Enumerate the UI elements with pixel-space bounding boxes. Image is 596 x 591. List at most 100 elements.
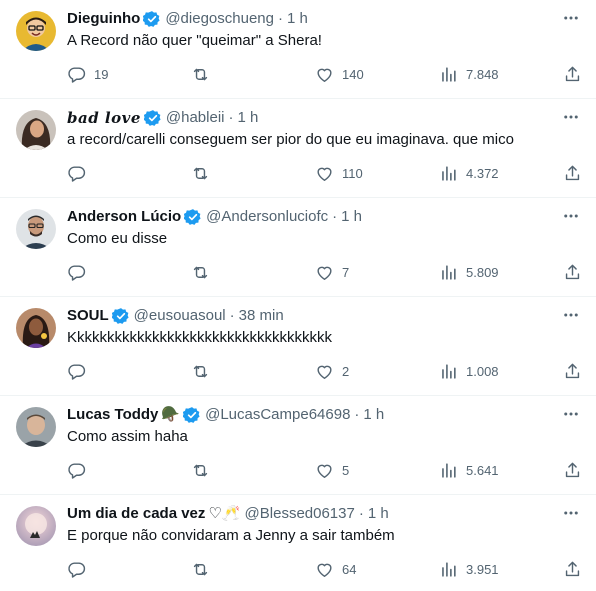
views-button[interactable]: 5.641 — [439, 460, 499, 480]
reply-icon — [68, 462, 86, 479]
tweet[interactable]: Um dia de cada vez ♡🥂 @Blessed06137 · 1 … — [0, 495, 596, 591]
like-count: 2 — [342, 363, 350, 379]
author-handle[interactable]: @Blessed06137 — [245, 504, 355, 524]
more-options-button[interactable] — [560, 209, 582, 227]
timestamp[interactable]: 38 min — [239, 306, 284, 326]
share-button[interactable] — [563, 460, 582, 480]
more-options-button[interactable] — [560, 506, 582, 524]
avatar[interactable] — [16, 11, 56, 51]
reply-button[interactable] — [67, 361, 94, 381]
reply-icon — [68, 66, 86, 83]
reply-icon — [68, 165, 86, 182]
author-handle[interactable]: @eusouasoul — [134, 306, 226, 326]
reply-button[interactable] — [67, 559, 94, 579]
like-button[interactable]: 2 — [315, 361, 349, 381]
share-button[interactable] — [563, 163, 582, 183]
views-button[interactable]: 4.372 — [439, 163, 499, 183]
timestamp[interactable]: 1 h — [287, 9, 308, 29]
reply-button[interactable] — [67, 163, 94, 183]
retweet-button[interactable] — [191, 163, 218, 183]
author-name[interactable]: Lucas Toddy — [67, 405, 158, 425]
tweet-header: 𝒃𝒂𝒅 𝒍𝒐𝒗𝒆 @hableii · 1 h — [67, 108, 546, 128]
more-icon — [562, 504, 580, 527]
share-button[interactable] — [563, 559, 582, 579]
views-icon — [442, 462, 456, 478]
retweet-button[interactable] — [191, 559, 218, 579]
like-count: 140 — [342, 66, 364, 82]
views-button[interactable]: 7.848 — [439, 64, 499, 84]
author-handle[interactable]: @diegoschueng — [165, 9, 274, 29]
tweet[interactable]: Dieguinho @diegoschueng · 1 h A Record n… — [0, 0, 596, 99]
views-button[interactable]: 5.809 — [439, 262, 499, 282]
share-button[interactable] — [563, 361, 582, 381]
verified-badge-icon — [183, 208, 202, 226]
like-count: 110 — [342, 165, 363, 181]
separator-dot: · — [354, 406, 360, 423]
author-name[interactable]: SOUL — [67, 306, 109, 326]
retweet-icon — [193, 365, 208, 377]
tweet[interactable]: SOUL @eusouasoul · 38 min Kkkkkkkkkkkkkk… — [0, 297, 596, 396]
tweet[interactable]: Lucas Toddy 🪖 @LucasCampe64698 · 1 h Com… — [0, 396, 596, 495]
tweet-header: SOUL @eusouasoul · 38 min — [67, 306, 546, 326]
author-name[interactable]: Um dia de cada vez — [67, 504, 205, 524]
tweet-header: Anderson Lúcio @Andersonluciofc · 1 h — [67, 207, 546, 227]
reply-count: 19 — [94, 66, 109, 82]
more-options-button[interactable] — [560, 407, 582, 425]
retweet-button[interactable] — [191, 460, 218, 480]
views-button[interactable]: 3.951 — [439, 559, 499, 579]
author-name[interactable]: 𝒃𝒂𝒅 𝒍𝒐𝒗𝒆 — [67, 108, 141, 128]
tweet[interactable]: 𝒃𝒂𝒅 𝒍𝒐𝒗𝒆 @hableii · 1 h a record/carelli… — [0, 99, 596, 198]
retweet-icon — [193, 167, 208, 179]
more-icon — [562, 108, 580, 131]
avatar[interactable] — [16, 110, 56, 150]
timestamp[interactable]: 1 h — [237, 108, 258, 128]
avatar[interactable] — [16, 308, 56, 348]
author-name[interactable]: Dieguinho — [67, 9, 140, 29]
tweet-actions: 5 5.641 — [67, 460, 582, 480]
like-icon — [317, 365, 332, 379]
tweet[interactable]: Anderson Lúcio @Andersonluciofc · 1 h Co… — [0, 198, 596, 297]
share-button[interactable] — [563, 64, 582, 84]
tweet-actions: 7 5.809 — [67, 262, 582, 282]
retweet-icon — [193, 266, 208, 278]
more-icon — [562, 207, 580, 230]
reply-button[interactable]: 19 — [67, 64, 108, 84]
share-button[interactable] — [563, 262, 582, 282]
retweet-button[interactable] — [191, 64, 218, 84]
view-count: 4.372 — [466, 165, 499, 181]
more-options-button[interactable] — [560, 308, 582, 326]
tweet-header: Lucas Toddy 🪖 @LucasCampe64698 · 1 h — [67, 405, 546, 425]
author-name[interactable]: Anderson Lúcio — [67, 207, 181, 227]
like-button[interactable]: 140 — [315, 64, 364, 84]
author-handle[interactable]: @hableii — [166, 108, 225, 128]
views-button[interactable]: 1.008 — [439, 361, 499, 381]
separator-dot: · — [229, 307, 235, 324]
avatar[interactable] — [16, 407, 56, 447]
avatar[interactable] — [16, 209, 56, 249]
timestamp[interactable]: 1 h — [363, 405, 384, 425]
like-button[interactable]: 110 — [315, 163, 363, 183]
author-handle[interactable]: @Andersonluciofc — [206, 207, 328, 227]
author-handle[interactable]: @LucasCampe64698 — [205, 405, 350, 425]
view-count: 5.809 — [466, 264, 499, 280]
tweet-text: Como eu disse — [67, 230, 168, 247]
reply-button[interactable] — [67, 460, 94, 480]
avatar[interactable] — [16, 506, 56, 546]
tweet-text: Como assim haha — [67, 428, 188, 445]
more-icon — [562, 405, 580, 428]
retweet-button[interactable] — [191, 361, 218, 381]
tweet-actions: 2 1.008 — [67, 361, 582, 381]
military-helmet-icon: 🪖 — [161, 406, 181, 423]
more-options-button[interactable] — [560, 110, 582, 128]
like-button[interactable]: 7 — [315, 262, 349, 282]
tweet-text: A Record não quer "queimar" a Shera! — [67, 32, 322, 49]
timestamp[interactable]: 1 h — [368, 504, 389, 524]
like-button[interactable]: 5 — [315, 460, 349, 480]
tweet-actions: 110 4.372 — [67, 163, 582, 183]
more-options-button[interactable] — [560, 11, 582, 29]
like-button[interactable]: 64 — [315, 559, 356, 579]
retweet-button[interactable] — [191, 262, 218, 282]
reply-button[interactable] — [67, 262, 94, 282]
timestamp[interactable]: 1 h — [341, 207, 362, 227]
views-icon — [442, 165, 456, 181]
